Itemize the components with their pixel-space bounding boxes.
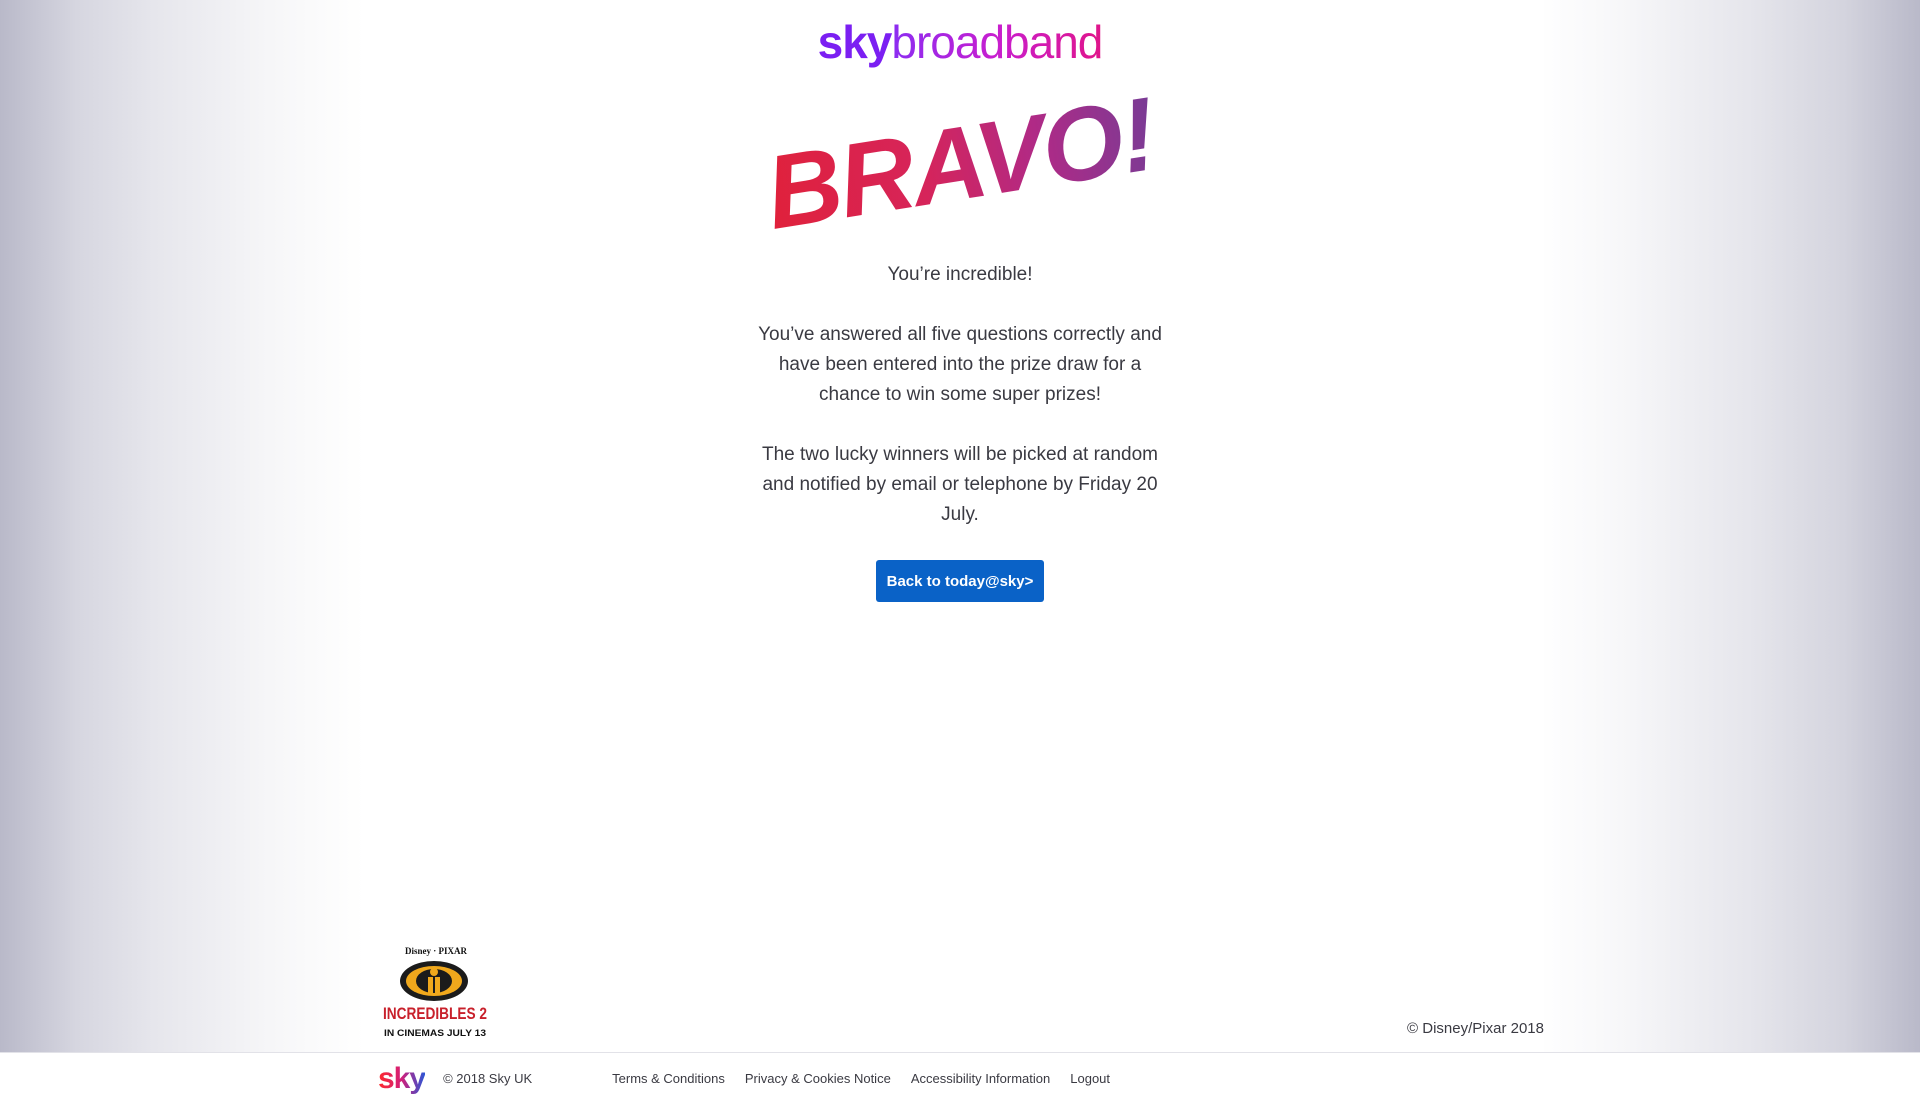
footer-sky-logo[interactable]: sky [378, 1063, 426, 1094]
footer-link-privacy[interactable]: Privacy & Cookies Notice [745, 1071, 891, 1086]
promo-brand-text: Disney · PIXAR [405, 946, 468, 956]
footer-inner: sky © 2018 Sky UK Terms & Conditions Pri… [378, 1053, 1130, 1103]
message-winners: The two lucky winners will be picked at … [761, 444, 1158, 525]
promo-title-text: INCREDIBLES 2 [383, 1004, 487, 1023]
message-answered: You’ve answered all five questions corre… [758, 324, 1162, 405]
logo-broadband-text: broadband [891, 16, 1103, 68]
bravo-heading: BRAVO! [376, 76, 1544, 252]
bravo-text: BRAVO! [758, 76, 1162, 252]
back-to-today-button[interactable]: Back to today@sky> [876, 560, 1044, 602]
footer-link-terms[interactable]: Terms & Conditions [612, 1071, 725, 1086]
sky-broadband-logo: skybroadband [376, 14, 1544, 70]
incredibles-emblem-icon: Disney · PIXAR INCREDIBLES 2 IN CINEMAS … [383, 946, 487, 1038]
footer-link-logout[interactable]: Logout [1070, 1071, 1110, 1086]
disney-copyright: © Disney/Pixar 2018 [1407, 1020, 1544, 1037]
promo-subtitle-text: IN CINEMAS JULY 13 [384, 1028, 486, 1038]
footer-copyright: © 2018 Sky UK [443, 1071, 533, 1086]
main-content: skybroadband BRAVO! You’re incredible! Y… [376, 0, 1544, 1052]
footer-link-accessibility[interactable]: Accessibility Information [911, 1071, 1050, 1086]
message-incredible: You’re incredible! [887, 264, 1033, 285]
footer: sky © 2018 Sky UK Terms & Conditions Pri… [0, 1052, 1920, 1103]
incredibles2-promo-logo: Disney · PIXAR INCREDIBLES 2 IN CINEMAS … [382, 944, 490, 1042]
logo-sky-text: sky [817, 16, 893, 68]
